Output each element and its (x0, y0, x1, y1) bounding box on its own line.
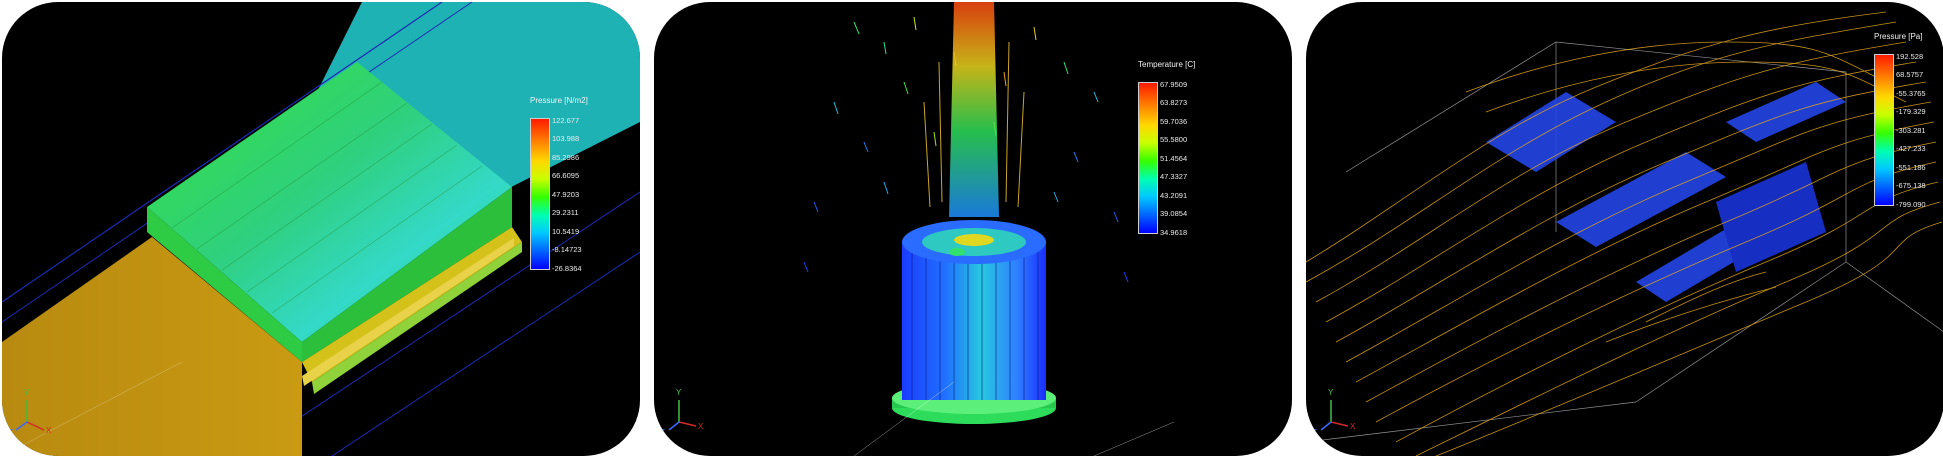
legend-tick: 29.2311 (552, 208, 579, 217)
legend-tick: 122.677 (552, 116, 580, 125)
axis-z-label: Z (660, 428, 665, 437)
legend-tick: 51.4564 (1160, 154, 1188, 163)
legend-tick: -55.3765 (1896, 89, 1926, 98)
legend-tick: 85.2986 (552, 153, 580, 162)
legend-tick: -303.281 (1896, 126, 1926, 135)
legend-tick: -427.233 (1896, 144, 1926, 153)
panel-pinfin-temperature: Y X Z Temperature [C] 67.9509 63.8273 59… (654, 2, 1292, 456)
pin-fin-hotspot (954, 234, 994, 246)
panel-enclosure-streamlines: Y X Z Pressure [Pa] 192.528 68.5757 -55.… (1306, 2, 1943, 456)
mounting-hole (949, 248, 965, 256)
legend-tick: 10.5419 (552, 227, 580, 236)
legend-color-bar (1874, 54, 1894, 206)
legend-tick: -8.14723 (552, 245, 582, 254)
flow-streamlines (1306, 11, 1943, 456)
legend-title: Pressure [Pa] (1874, 32, 1923, 41)
thermal-plume (949, 2, 999, 217)
pinfin-temperature-render (668, 2, 1175, 456)
legend-tick: 39.0854 (1160, 209, 1188, 218)
enclosure-wireframe (1306, 41, 1943, 443)
legend-tick: 43.2091 (1160, 191, 1188, 200)
legend-tick: 66.6095 (552, 171, 580, 180)
legend-tick: -551.186 (1896, 163, 1926, 172)
electronic-components (1486, 82, 1846, 302)
legend-tick: 192.528 (1896, 52, 1924, 61)
axis-y-label: Y (24, 388, 30, 397)
legend-tick: -179.329 (1896, 107, 1926, 116)
legend-tick: 67.9509 (1160, 80, 1188, 89)
axis-x-label: X (1350, 422, 1356, 431)
axis-x-label: X (698, 422, 704, 431)
legend-color-bar (530, 118, 550, 270)
axis-triad (1320, 400, 1349, 431)
enclosure-streamlines-render (1306, 11, 1943, 456)
legend-tick: -675.138 (1896, 181, 1926, 190)
legend-tick: 68.5757 (1896, 70, 1924, 79)
panel-heatsink-pressure: Y X Z Pressure [N/m2] 122.677 103.988 85… (2, 2, 640, 456)
legend-title: Pressure [N/m2] (530, 96, 588, 105)
axis-y-label: Y (676, 388, 682, 397)
legend-title: Temperature [C] (1138, 60, 1196, 69)
legend-tick: -799.090 (1896, 200, 1926, 209)
legend-tick: 103.988 (552, 134, 580, 143)
legend-tick: 55.5800 (1160, 135, 1188, 144)
legend-tick: 59.7036 (1160, 117, 1188, 126)
legend-color-bar (1138, 82, 1158, 234)
legend-tick: 34.9618 (1160, 228, 1188, 237)
legend-tick: -26.8364 (552, 264, 582, 273)
axis-x-label: X (46, 426, 52, 435)
axis-triad (668, 400, 697, 431)
legend-tick: 63.8273 (1160, 98, 1188, 107)
legend-tick: 47.9203 (552, 190, 580, 199)
axis-y-label: Y (1328, 388, 1334, 397)
axis-z-label: Z (8, 428, 13, 437)
legend-tick: 47.3327 (1160, 172, 1188, 181)
axis-z-label: Z (1312, 428, 1317, 437)
figure-strip: Y X Z Pressure [N/m2] 122.677 103.988 85… (0, 0, 1943, 458)
